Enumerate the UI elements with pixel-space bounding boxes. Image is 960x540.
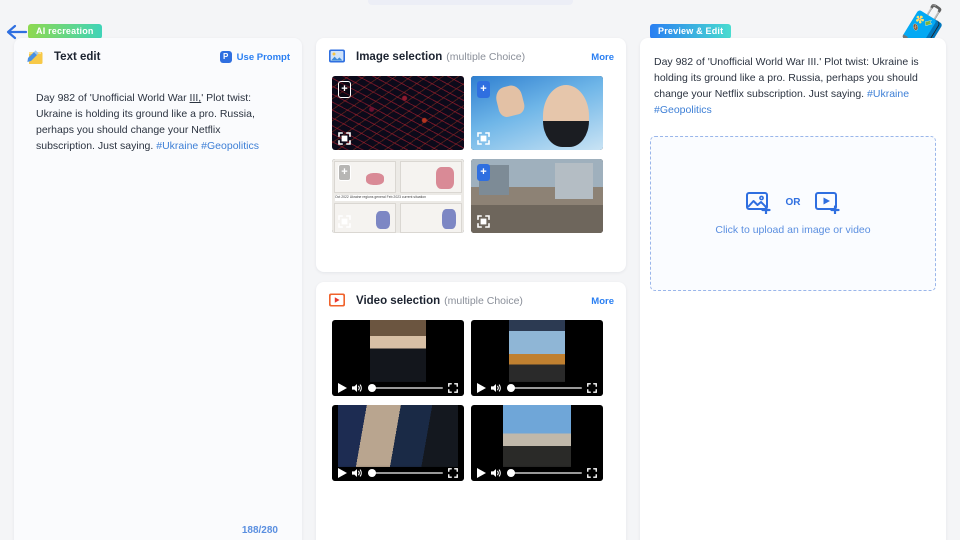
post-hashtags: #Ukraine #Geopolitics bbox=[156, 140, 259, 152]
destroyed-city-thumbnail[interactable]: + bbox=[471, 159, 603, 233]
video-plus-icon bbox=[814, 191, 840, 214]
image-selection-subtitle: (multiple Choice) bbox=[446, 51, 526, 63]
post-body-part-1: Day 982 of 'Unofficial World War bbox=[36, 92, 190, 104]
map-caption: Oct 2022 Ukraine regions general Feb 202… bbox=[335, 195, 461, 201]
page-title: Text edit bbox=[54, 51, 101, 63]
app-root: AI recreation Preview & Edit 🧳 Text edit… bbox=[0, 0, 960, 540]
boris-flags-video[interactable]: + bbox=[332, 405, 464, 481]
add-video-button[interactable]: + bbox=[471, 405, 480, 422]
video-selection-header: Video selection (multiple Choice) More bbox=[316, 282, 626, 320]
expand-icon[interactable] bbox=[477, 132, 490, 145]
expand-icon[interactable] bbox=[338, 215, 351, 228]
video-frame bbox=[338, 405, 458, 467]
progress-knob[interactable] bbox=[507, 384, 515, 392]
video-progress-slider[interactable] bbox=[507, 469, 582, 477]
progress-knob[interactable] bbox=[368, 469, 376, 477]
volume-icon bbox=[491, 469, 501, 477]
play-icon bbox=[477, 468, 486, 478]
add-image-button[interactable]: + bbox=[477, 81, 490, 98]
video-selection-card: Video selection (multiple Choice) More + bbox=[316, 282, 626, 540]
play-icon bbox=[338, 468, 347, 478]
roadside-convoy-video[interactable]: + bbox=[471, 405, 603, 481]
volume-icon bbox=[491, 384, 501, 392]
fullscreen-icon bbox=[587, 383, 597, 393]
image-selection-card: Image selection (multiple Choice) More + bbox=[316, 38, 626, 272]
status-badge-ai-recreation: AI recreation bbox=[28, 24, 102, 39]
ukraine-territory-map-thumbnail[interactable]: Oct 2022 Ukraine regions general Feb 202… bbox=[332, 159, 464, 233]
text-edit-header: Text edit P Use Prompt bbox=[14, 38, 302, 76]
image-icon bbox=[328, 48, 348, 66]
upload-icon-row: OR bbox=[745, 191, 841, 214]
add-video-button[interactable]: + bbox=[332, 320, 341, 337]
video-progress-slider[interactable] bbox=[368, 469, 443, 477]
video-controls bbox=[332, 465, 464, 481]
post-text-editor[interactable]: Day 982 of 'Unofficial World War III,' P… bbox=[36, 90, 280, 154]
upload-dropzone[interactable]: OR Click to upload an image or video bbox=[650, 136, 936, 291]
image-thumbnail-grid: + + Oct 2022 Ukraine regions general Feb… bbox=[316, 76, 626, 233]
fullscreen-icon bbox=[587, 468, 597, 478]
boris-speech-video[interactable]: + bbox=[332, 320, 464, 396]
character-counter: 188/280 bbox=[241, 525, 278, 536]
top-peek-bar bbox=[368, 0, 573, 5]
image-selection-title: Image selection bbox=[356, 51, 443, 63]
video-selection-title: Video selection bbox=[356, 295, 441, 307]
preview-panel: Day 982 of 'Unofficial World War III.' P… bbox=[640, 38, 946, 540]
upload-or-label: OR bbox=[785, 197, 801, 208]
network-map-thumbnail[interactable]: + bbox=[332, 76, 464, 150]
thumbnail-artwork bbox=[332, 76, 464, 150]
putin-portrait-thumbnail[interactable]: + bbox=[471, 76, 603, 150]
prompt-chip-icon: P bbox=[219, 51, 232, 63]
video-controls bbox=[471, 465, 603, 481]
image-selection-header: Image selection (multiple Choice) More bbox=[316, 38, 626, 76]
video-controls bbox=[332, 380, 464, 396]
post-body-underlined: III, bbox=[189, 92, 202, 104]
selection-column: Image selection (multiple Choice) More + bbox=[316, 38, 626, 540]
status-badge-preview-edit: Preview & Edit bbox=[650, 24, 732, 39]
expand-icon[interactable] bbox=[338, 132, 351, 145]
thumbnail-artwork: Oct 2022 Ukraine regions general Feb 202… bbox=[332, 159, 464, 233]
add-image-button[interactable]: + bbox=[338, 164, 351, 181]
progress-knob[interactable] bbox=[368, 384, 376, 392]
add-image-button[interactable]: + bbox=[477, 164, 490, 181]
video-frame bbox=[503, 405, 571, 467]
fullscreen-icon bbox=[448, 468, 458, 478]
news-broadcast-video[interactable]: + bbox=[471, 320, 603, 396]
thumbnail-artwork bbox=[471, 159, 603, 233]
use-prompt-button[interactable]: P Use Prompt bbox=[219, 51, 290, 63]
fullscreen-icon bbox=[448, 383, 458, 393]
play-icon bbox=[338, 383, 347, 393]
volume-icon bbox=[352, 469, 362, 477]
note-pencil-icon bbox=[26, 48, 46, 66]
expand-icon[interactable] bbox=[477, 215, 490, 228]
add-video-button[interactable]: + bbox=[471, 320, 480, 337]
video-progress-slider[interactable] bbox=[368, 384, 443, 392]
video-icon bbox=[328, 292, 348, 310]
video-selection-subtitle: (multiple Choice) bbox=[444, 295, 523, 307]
upload-cta-label: Click to upload an image or video bbox=[715, 223, 871, 236]
thumbnail-artwork bbox=[471, 76, 603, 150]
add-image-button[interactable]: + bbox=[338, 81, 351, 98]
preview-post-text[interactable]: Day 982 of 'Unofficial World War III.' P… bbox=[654, 54, 932, 118]
video-controls bbox=[471, 380, 603, 396]
volume-icon bbox=[352, 384, 362, 392]
progress-knob[interactable] bbox=[507, 469, 515, 477]
play-icon bbox=[477, 383, 486, 393]
image-plus-icon bbox=[745, 191, 771, 214]
video-frame bbox=[370, 320, 426, 382]
text-edit-panel: Text edit P Use Prompt Day 982 of 'Unoff… bbox=[14, 38, 302, 540]
use-prompt-label: Use Prompt bbox=[236, 51, 290, 63]
video-frame bbox=[509, 320, 565, 382]
video-thumbnail-grid: + + + + bbox=[316, 320, 626, 481]
video-selection-more-link[interactable]: More bbox=[591, 296, 614, 307]
image-selection-more-link[interactable]: More bbox=[591, 52, 614, 63]
video-progress-slider[interactable] bbox=[507, 384, 582, 392]
